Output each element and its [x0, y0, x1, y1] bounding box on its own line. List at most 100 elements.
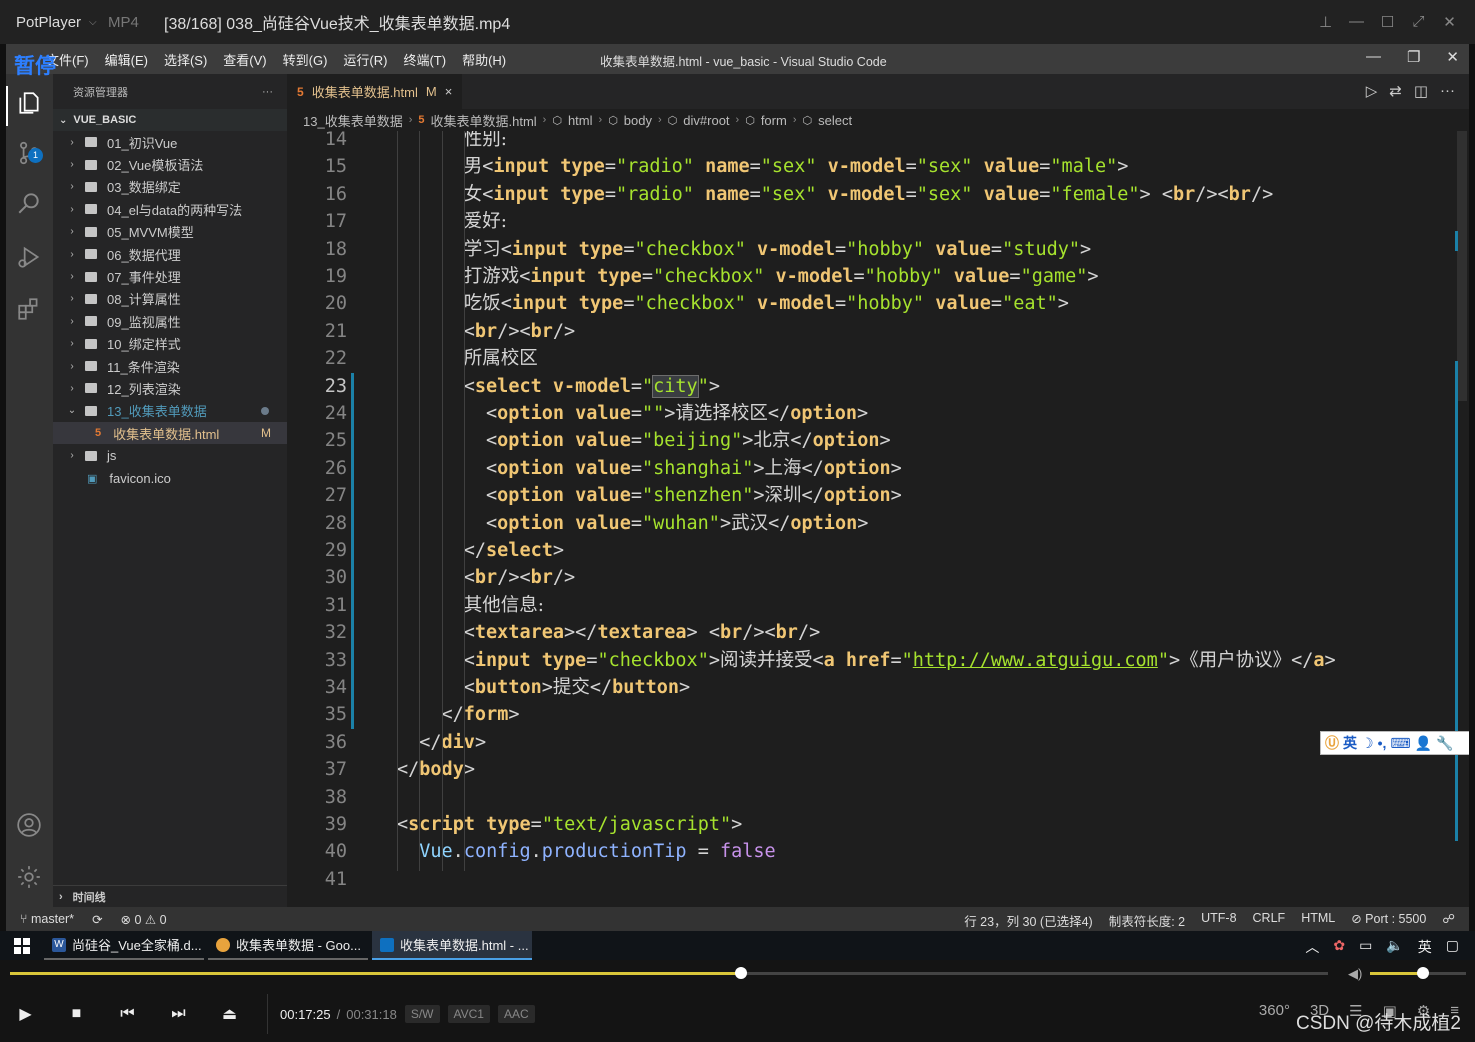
breadcrumb-item[interactable]: html	[568, 113, 593, 128]
tab-active-file[interactable]: 5 收集表单数据.html M ×	[287, 74, 463, 109]
taskbar-ime[interactable]: 英	[1418, 937, 1432, 957]
vscode-minimize-button[interactable]: —	[1366, 48, 1381, 66]
menu-item[interactable]: 帮助(H)	[462, 50, 506, 69]
folder-item[interactable]: › 11_条件渲染	[53, 355, 287, 377]
folder-item[interactable]: ⌄ 13_收集表单数据	[53, 400, 287, 422]
eject-button[interactable]: ⏏	[204, 1004, 255, 1024]
previous-button[interactable]: ⏮	[102, 1005, 153, 1023]
timeline-section[interactable]: › 时间线	[53, 885, 287, 907]
volume-icon[interactable]: 🔈	[1386, 937, 1403, 957]
compare-changes-icon[interactable]: ⇄	[1389, 82, 1402, 100]
line-number: 15	[324, 156, 347, 178]
volume-icon[interactable]: ◀)	[1348, 966, 1362, 982]
taskbar-app[interactable]: W 尚硅谷_Vue全家桶.d...	[44, 931, 204, 960]
settings-gear-icon[interactable]	[16, 864, 42, 890]
minimize-button[interactable]: —	[1341, 13, 1372, 31]
folder-item[interactable]: › 08_计算属性	[53, 288, 287, 310]
line-ending[interactable]: CRLF	[1253, 911, 1286, 930]
run-icon[interactable]: ▷	[1366, 82, 1378, 100]
folder-item[interactable]: › 01_初识Vue	[53, 131, 287, 153]
codec-tag[interactable]: AAC	[497, 1005, 535, 1023]
file-encoding[interactable]: UTF-8	[1201, 911, 1236, 930]
search-icon[interactable]	[16, 190, 42, 216]
folder-item[interactable]: › 06_数据代理	[53, 243, 287, 265]
tab-size[interactable]: 制表符长度: 2	[1109, 911, 1185, 930]
stop-button[interactable]: ■	[51, 1005, 102, 1023]
seek-handle[interactable]	[735, 967, 748, 979]
extensions-icon[interactable]	[16, 296, 42, 322]
tree-item-label: 04_el与data的两种写法	[107, 202, 243, 218]
close-button[interactable]: ✕	[1434, 13, 1465, 31]
sync-icon[interactable]: ⟳	[92, 912, 102, 927]
taskbar-app[interactable]: 收集表单数据 - Goo...	[208, 931, 368, 960]
folder-item[interactable]: › js	[53, 444, 287, 466]
breadcrumb-item[interactable]: 收集表单数据.html	[431, 111, 537, 130]
cursor-position[interactable]: 行 23，列 30 (已选择4)	[964, 911, 1093, 930]
breadcrumb-item[interactable]: div#root	[683, 113, 729, 128]
workspace-folder[interactable]: ⌄ VUE_BASIC	[53, 109, 287, 131]
menu-item[interactable]: 选择(S)	[164, 50, 207, 69]
live-server-port[interactable]: ⊘ Port : 5500	[1351, 911, 1426, 930]
maximize-button[interactable]: ☐	[1372, 13, 1403, 31]
taskbar-app-label: 收集表单数据 - Goo...	[236, 938, 361, 953]
tree-item-label: 07_事件处理	[107, 270, 181, 286]
tab-close-icon[interactable]: ×	[445, 84, 453, 99]
folder-item[interactable]: › 02_Vue模板语法	[53, 153, 287, 175]
split-editor-icon[interactable]: ◫	[1414, 82, 1428, 100]
image-file-icon: ▣	[87, 472, 98, 485]
folder-item[interactable]: › 09_监视属性	[53, 310, 287, 332]
problems-indicator[interactable]: ⊗ 0 ⚠ 0	[121, 912, 167, 927]
breadcrumb-item[interactable]: body	[624, 113, 652, 128]
scrollbar-thumb[interactable]	[1457, 131, 1467, 401]
play-button[interactable]: ▶	[0, 1004, 51, 1024]
tray-app-icon[interactable]: ✿	[1333, 937, 1345, 957]
tray-expand-icon[interactable]: ︿	[1305, 937, 1319, 957]
fullscreen-button[interactable]: ⤢	[1403, 13, 1434, 31]
folder-item[interactable]: › 07_事件处理	[53, 265, 287, 287]
file-item[interactable]: ▣ favicon.ico	[53, 467, 287, 489]
language-mode[interactable]: HTML	[1301, 911, 1335, 930]
run-debug-icon[interactable]	[16, 244, 42, 270]
folder-item[interactable]: › 05_MVVM模型	[53, 221, 287, 243]
notification-icon[interactable]: ▢	[1446, 937, 1459, 957]
vr-360-button[interactable]: 360°	[1259, 1002, 1290, 1020]
editor-scrollbar[interactable]	[1455, 131, 1469, 907]
codec-tag[interactable]: S/W	[404, 1005, 440, 1023]
menu-item[interactable]: 终端(T)	[403, 50, 446, 69]
breadcrumb-item[interactable]: 13_收集表单数据	[303, 111, 403, 130]
vscode-restore-button[interactable]: ❐	[1407, 48, 1420, 66]
potplayer-menu-button[interactable]: PotPlayer ⌵	[0, 14, 108, 31]
taskbar-app[interactable]: 收集表单数据.html - ...	[372, 931, 532, 960]
code-editor[interactable]: 14 性别: 15 男<input type="radio" name="sex" v…	[287, 131, 1469, 907]
next-button[interactable]: ⏭	[153, 1005, 204, 1023]
explorer-icon[interactable]	[16, 90, 42, 116]
ime-toolbar[interactable]: Ⓤ 英 ☽ •, ⌨ 👤 🔧	[1320, 731, 1469, 755]
menu-item[interactable]: 运行(R)	[343, 50, 387, 69]
menu-item[interactable]: 查看(V)	[223, 50, 266, 69]
volume-handle[interactable]	[1416, 967, 1429, 979]
feedback-icon[interactable]: ☍	[1442, 911, 1455, 930]
pin-icon[interactable]: ⊥	[1310, 13, 1341, 31]
folder-item[interactable]: › 04_el与data的两种写法	[53, 198, 287, 220]
vscode-close-button[interactable]: ✕	[1446, 48, 1459, 66]
breadcrumb-item[interactable]: select	[818, 113, 852, 128]
account-icon[interactable]	[16, 812, 42, 838]
menu-item[interactable]: 转到(G)	[283, 50, 328, 69]
folder-item[interactable]: › 12_列表渲染	[53, 377, 287, 399]
breadcrumb-item[interactable]: form	[761, 113, 787, 128]
code-text: 性别:	[463, 131, 507, 150]
explorer-more-button[interactable]: ···	[262, 86, 273, 98]
folder-item[interactable]: › 03_数据绑定	[53, 176, 287, 198]
battery-icon[interactable]: ▭	[1359, 937, 1372, 957]
branch-indicator[interactable]: ⑂ master*	[20, 912, 74, 927]
file-item[interactable]: 5 收集表单数据.html M	[53, 422, 287, 445]
player-controls: ▶ ■ ⏮ ⏭ ⏏ 00:17:25 / 00:31:18 S/W AVC1 AAC…	[0, 986, 1475, 1042]
menu-item[interactable]: 编辑(E)	[105, 50, 148, 69]
seek-bar[interactable]	[10, 967, 1328, 979]
windows-start-button[interactable]	[0, 937, 44, 954]
indent-guide	[397, 131, 398, 871]
more-actions-icon[interactable]: ···	[1440, 82, 1455, 100]
codec-tag[interactable]: AVC1	[447, 1005, 490, 1023]
volume-slider[interactable]	[1370, 967, 1466, 979]
folder-item[interactable]: › 10_绑定样式	[53, 333, 287, 355]
